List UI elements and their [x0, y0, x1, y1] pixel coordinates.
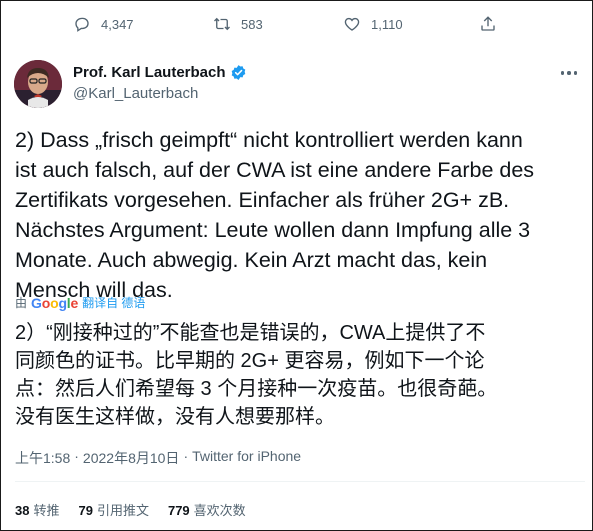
quote-tweets-stat[interactable]: 79 引用推文: [78, 500, 148, 519]
avatar[interactable]: [14, 60, 62, 108]
like-count: 1,110: [371, 16, 403, 32]
verified-badge-icon: [231, 65, 245, 80]
meta-separator: ·: [183, 448, 189, 464]
tweet-source[interactable]: Twitter for iPhone: [192, 448, 301, 468]
tweet-text: 2) Dass „frisch geimpft“ nicht kontrolli…: [15, 128, 535, 302]
previous-tweet-action-bar: 4,347 583 1,110: [1, 1, 592, 45]
translated-tweet-text: 2）“刚接种过的”不能查也是错误的，CWA上提供了不 同颜色的证书。比早期的 2…: [15, 322, 498, 428]
author-handle[interactable]: @Karl_Lauterbach: [73, 85, 198, 102]
author-name-row[interactable]: Prof. Karl Lauterbach: [73, 64, 247, 81]
tweet-card: 4,347 583 1,110 Prof. Karl Lauterbach @K…: [0, 0, 593, 531]
translation-attribution: 由 Google 翻译自 德语: [15, 294, 145, 311]
likes-stat[interactable]: 779 喜欢次数: [168, 500, 246, 519]
retweet-count: 583: [241, 16, 263, 32]
more-options-icon[interactable]: [559, 65, 579, 81]
tweet-date[interactable]: 2022年8月10日: [83, 448, 180, 468]
retweet-action[interactable]: 583: [213, 15, 263, 33]
share-icon: [481, 16, 495, 31]
retweets-stat[interactable]: 38 转推: [15, 500, 59, 519]
translated-from-link[interactable]: 翻译自 德语: [82, 294, 145, 311]
tweet-time[interactable]: 上午1:58: [15, 448, 70, 468]
like-icon: [344, 17, 360, 31]
share-action[interactable]: [479, 15, 497, 33]
translated-by-prefix: 由: [15, 296, 28, 310]
avatar-image: [14, 60, 62, 108]
author-display-name[interactable]: Prof. Karl Lauterbach: [73, 64, 226, 81]
divider: [15, 481, 585, 482]
reply-icon: [75, 17, 89, 32]
retweet-icon: [214, 17, 230, 31]
reply-action[interactable]: 4,347: [73, 15, 134, 33]
meta-separator: ·: [74, 448, 79, 464]
google-logo: Google: [31, 294, 79, 311]
tweet-metadata: 上午1:58 · 2022年8月10日 · Twitter for iPhone: [15, 448, 301, 468]
like-action[interactable]: 1,110: [343, 15, 403, 33]
tweet-stats: 38 转推 79 引用推文 779 喜欢次数: [15, 500, 246, 519]
reply-count: 4,347: [101, 16, 134, 32]
